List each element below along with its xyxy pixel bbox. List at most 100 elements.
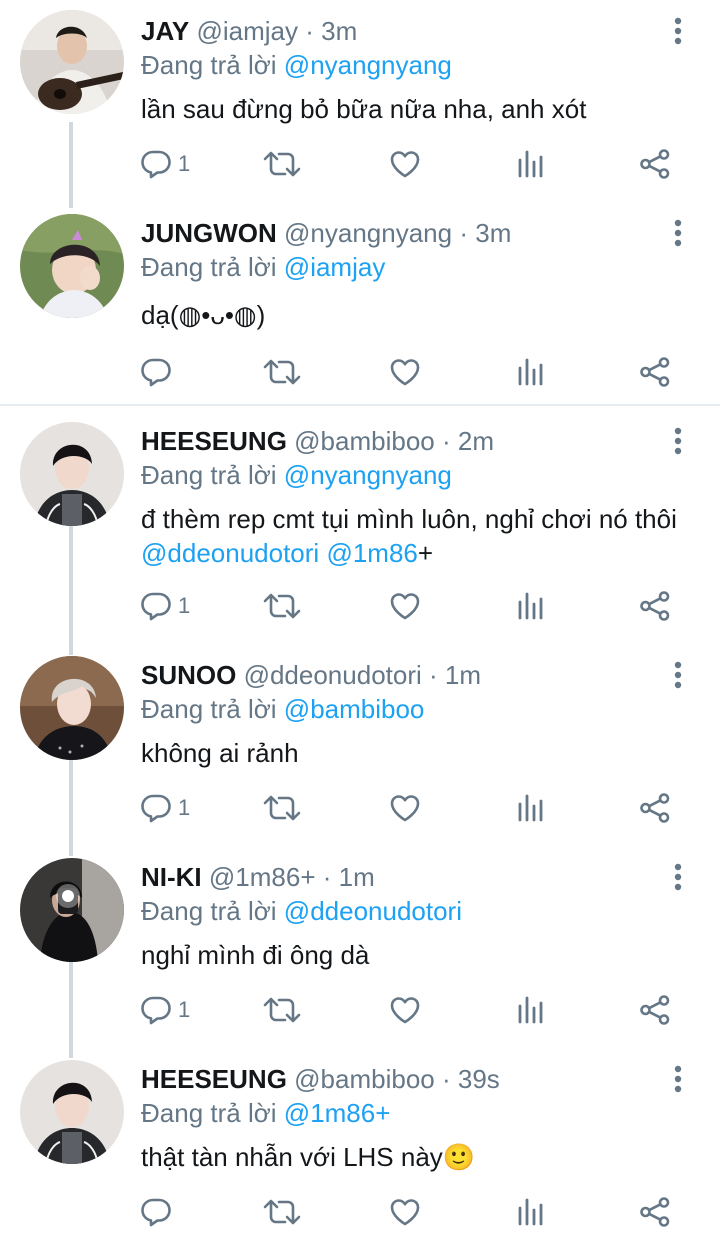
share-button[interactable] <box>639 352 671 392</box>
tweet-text: không ai rảnh <box>141 738 299 768</box>
timestamp[interactable]: 3m <box>475 218 511 248</box>
share-icon <box>639 994 671 1026</box>
more-options-icon[interactable] <box>664 658 692 692</box>
separator-dot: · <box>305 16 314 46</box>
share-icon <box>639 1196 671 1228</box>
more-options-icon[interactable] <box>664 14 692 48</box>
tweet[interactable]: NI-KI @1m86+ · 1m Đang trả lời @ddeonudo… <box>0 844 720 1046</box>
display-name[interactable]: HEESEUNG <box>141 426 287 456</box>
reply-button[interactable] <box>140 352 172 392</box>
more-options-icon[interactable] <box>664 424 692 458</box>
tweet-actions: 1 <box>0 788 720 828</box>
reply-button[interactable]: 1 <box>140 788 190 828</box>
avatar[interactable] <box>20 656 124 760</box>
tweet[interactable]: SUNOO @ddeonudotori · 1m Đang trả lời @b… <box>0 642 720 844</box>
replying-to-mention[interactable]: @1m86+ <box>284 1098 391 1128</box>
analytics-button[interactable] <box>515 586 547 626</box>
tweet-header: SUNOO @ddeonudotori · 1m <box>141 658 481 692</box>
timestamp[interactable]: 1m <box>445 660 481 690</box>
tweet[interactable]: JUNGWON @nyangnyang · 3m Đang trả lời @i… <box>0 200 720 404</box>
analytics-button[interactable] <box>515 1192 547 1232</box>
reply-icon <box>140 356 172 388</box>
retweet-icon <box>262 356 302 388</box>
portrait-photo <box>20 1060 124 1164</box>
more-options-icon[interactable] <box>664 1062 692 1096</box>
replying-to-mention[interactable]: @nyangnyang <box>284 50 452 80</box>
like-button[interactable] <box>389 586 421 626</box>
like-button[interactable] <box>389 990 421 1030</box>
reply-button[interactable]: 1 <box>140 144 190 184</box>
avatar[interactable] <box>20 422 124 526</box>
mention-link[interactable]: @ddeonudotori <box>141 538 319 568</box>
reply-icon <box>140 994 172 1026</box>
tweet-header: JUNGWON @nyangnyang · 3m <box>141 216 511 250</box>
tweet[interactable]: HEESEUNG @bambiboo · 39s Đang trả lời @1… <box>0 1046 720 1244</box>
timestamp[interactable]: 1m <box>339 862 375 892</box>
mention-link[interactable]: @1m86 <box>326 538 417 568</box>
like-button[interactable] <box>389 144 421 184</box>
replying-to-mention[interactable]: @nyangnyang <box>284 460 452 490</box>
analytics-button[interactable] <box>515 144 547 184</box>
like-button[interactable] <box>389 1192 421 1232</box>
replying-to-mention[interactable]: @ddeonudotori <box>284 896 462 926</box>
reply-icon <box>140 148 172 180</box>
timestamp[interactable]: 2m <box>458 426 494 456</box>
share-button[interactable] <box>639 586 671 626</box>
replying-to-mention[interactable]: @iamjay <box>284 252 386 282</box>
share-button[interactable] <box>639 144 671 184</box>
more-options-icon[interactable] <box>664 860 692 894</box>
username[interactable]: @nyangnyang <box>284 218 452 248</box>
display-name[interactable]: JUNGWON <box>141 218 277 248</box>
reply-button[interactable]: 1 <box>140 586 190 626</box>
avatar[interactable] <box>20 10 124 114</box>
display-name[interactable]: JAY <box>141 16 189 46</box>
retweet-button[interactable] <box>262 586 302 626</box>
replying-to: Đang trả lời @nyangnyang <box>141 48 452 82</box>
blonde-photo <box>20 656 124 760</box>
retweet-button[interactable] <box>262 990 302 1030</box>
analytics-button[interactable] <box>515 990 547 1030</box>
like-button[interactable] <box>389 788 421 828</box>
like-icon <box>389 1196 421 1228</box>
share-button[interactable] <box>639 788 671 828</box>
timestamp[interactable]: 39s <box>458 1064 500 1094</box>
replying-to-label: Đang trả lời <box>141 896 277 926</box>
like-icon <box>389 994 421 1026</box>
analytics-button[interactable] <box>515 788 547 828</box>
tweet[interactable]: JAY @iamjay · 3m Đang trả lời @nyangnyan… <box>0 0 720 200</box>
username[interactable]: @bambiboo <box>294 426 435 456</box>
avatar[interactable] <box>20 858 124 962</box>
display-name[interactable]: HEESEUNG <box>141 1064 287 1094</box>
analytics-icon <box>515 792 547 824</box>
tweet[interactable]: HEESEUNG @bambiboo · 2m Đang trả lời @ny… <box>0 408 720 642</box>
tweet-text: dạ(◍•ᴗ•◍) <box>141 300 266 330</box>
username[interactable]: @ddeonudotori <box>244 660 422 690</box>
retweet-icon <box>262 148 302 180</box>
share-button[interactable] <box>639 990 671 1030</box>
timestamp[interactable]: 3m <box>321 16 357 46</box>
retweet-button[interactable] <box>262 144 302 184</box>
share-button[interactable] <box>639 1192 671 1232</box>
avatar[interactable] <box>20 1060 124 1164</box>
replying-to: Đang trả lời @1m86+ <box>141 1096 390 1130</box>
analytics-icon <box>515 590 547 622</box>
reply-button[interactable]: 1 <box>140 990 190 1030</box>
display-name[interactable]: SUNOO <box>141 660 236 690</box>
more-options-icon[interactable] <box>664 216 692 250</box>
display-name[interactable]: NI-KI <box>141 862 202 892</box>
analytics-icon <box>515 356 547 388</box>
retweet-button[interactable] <box>262 352 302 392</box>
username[interactable]: @1m86+ <box>209 862 316 892</box>
analytics-button[interactable] <box>515 352 547 392</box>
retweet-button[interactable] <box>262 788 302 828</box>
reply-button[interactable] <box>140 1192 172 1232</box>
username[interactable]: @bambiboo <box>294 1064 435 1094</box>
replying-to-label: Đang trả lời <box>141 252 277 282</box>
like-button[interactable] <box>389 352 421 392</box>
replying-to-mention[interactable]: @bambiboo <box>284 694 425 724</box>
username[interactable]: @iamjay <box>196 16 298 46</box>
reply-count: 1 <box>178 795 191 820</box>
analytics-icon <box>515 148 547 180</box>
retweet-button[interactable] <box>262 1192 302 1232</box>
avatar[interactable] <box>20 214 124 318</box>
